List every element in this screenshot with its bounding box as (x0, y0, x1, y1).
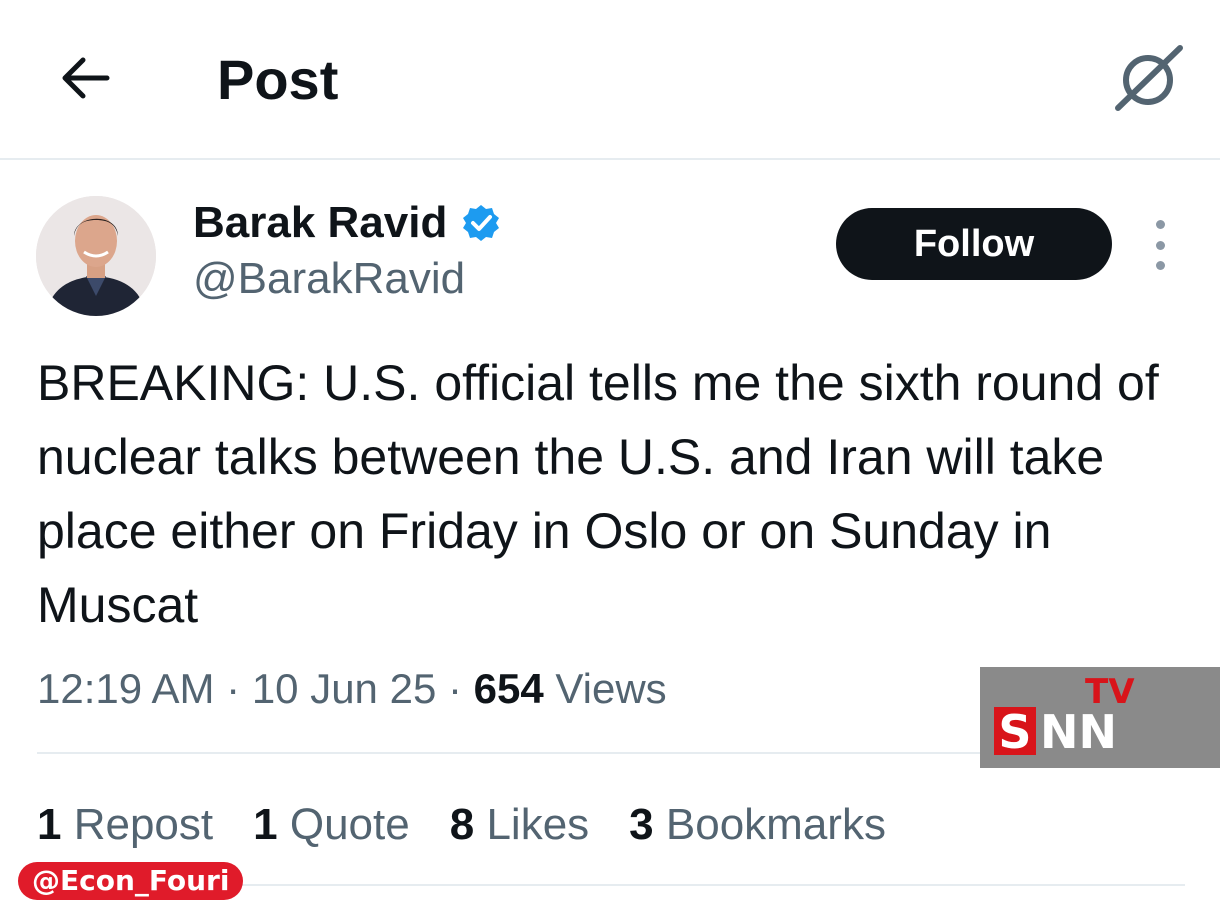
arrow-left-icon (62, 57, 110, 99)
author-handle[interactable]: @BarakRavid (193, 252, 465, 306)
verified-badge-icon (463, 205, 500, 241)
author-name-text: Barak Ravid (193, 198, 448, 247)
page-title: Post (217, 48, 339, 111)
watermark-tv-text: TV (1085, 672, 1135, 712)
bookmarks-count: 3 (629, 800, 654, 849)
grok-icon (1115, 45, 1183, 111)
quotes-count: 1 (253, 800, 278, 849)
more-vertical-icon-dot (1155, 220, 1165, 229)
watermark-nn-text: NN (1040, 705, 1117, 759)
likes-count: 8 (449, 800, 475, 849)
views-count: 654 (473, 665, 544, 712)
follow-button[interactable]: Follow (836, 208, 1112, 280)
likes-label: Likes (486, 800, 590, 849)
bookmarks-stat[interactable]: 3 Bookmarks (629, 798, 886, 852)
engagement-stats: 1 Repost 1 Quote 8 Likes 3 Bookmarks (37, 798, 886, 852)
author-photo (36, 196, 156, 316)
grok-button[interactable] (1108, 40, 1188, 116)
bookmarks-label: Bookmarks (665, 800, 886, 849)
author-avatar[interactable] (36, 196, 156, 316)
source-tag: @Econ_Fouri (18, 862, 244, 900)
meta-separator: · (447, 665, 462, 712)
reposts-label: Repost (73, 800, 214, 849)
quotes-stat[interactable]: 1 Quote (253, 798, 410, 852)
tweet-text: BREAKING: U.S. official tells me the six… (37, 355, 1159, 633)
reposts-stat[interactable]: 1 Repost (37, 798, 213, 852)
author-display-name[interactable]: Barak Ravid (193, 196, 501, 250)
app-header: Post (0, 0, 1220, 160)
reposts-count: 1 (37, 800, 62, 849)
likes-stat[interactable]: 8 Likes (450, 798, 589, 852)
more-vertical-icon-dot (1155, 261, 1165, 270)
tweet-date[interactable]: 10 Jun 25 (252, 665, 437, 712)
quotes-label: Quote (289, 800, 410, 849)
meta-separator: · (226, 665, 241, 712)
tweet-time[interactable]: 12:19 AM (37, 665, 214, 712)
views-label: Views (555, 665, 667, 712)
more-vertical-icon-dot (1155, 240, 1165, 250)
tweet-meta: 12:19 AM · 10 Jun 25 · 654 Views (37, 662, 667, 716)
more-options-button[interactable] (1144, 220, 1176, 270)
back-button[interactable] (52, 48, 116, 108)
snn-tv-watermark-logo: TV S NN (980, 667, 1220, 768)
watermark-s-text: S (994, 707, 1036, 757)
